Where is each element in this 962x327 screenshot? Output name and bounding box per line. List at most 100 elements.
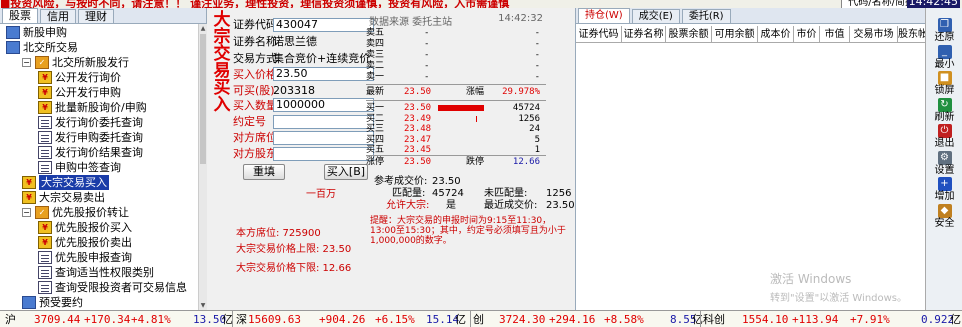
ref-price: 23.50 [432,176,461,187]
scroll-thumb[interactable] [200,34,206,164]
ask-level: 卖三 [366,50,385,60]
column-header[interactable]: 证券名称 [622,26,666,43]
tool-label: 设置 [934,164,955,176]
tree-item-label: 新股申购 [23,26,67,39]
block-trade-buy-form: 大宗交易买入 证券代码 430047 证券名称 诺思兰德 交易方式 集合竞价+连… [208,8,580,310]
tree-item-label: 北交所新股发行 [52,56,129,69]
column-header[interactable]: 股票余额 [666,26,712,43]
tree-item[interactable]: 申购中签查询 [38,160,121,175]
watermark-line2: 转到"设置"以激活 Windows。 [770,293,908,304]
document-icon [38,116,52,129]
scroll-down-arrow-icon[interactable]: ▼ [199,301,207,310]
restore-icon: ❐ [937,18,952,32]
vertical-title: 大宗交易买入 [213,12,231,114]
tree-item-label: 查询适当性权限类别 [55,266,154,279]
bid-level: 买一 [366,103,385,113]
tree-item[interactable]: 北交所交易 [6,40,78,55]
column-header[interactable]: 证券代码 [576,26,622,43]
column-header[interactable]: 市价 [794,26,820,43]
tab-trades[interactable]: 成交(E) [631,9,680,23]
tool-minimize-button[interactable]: _ 最小 [926,44,962,75]
seat-info: 本方席位: 725900 [236,228,321,239]
add-icon: + [937,177,952,191]
tab-stock[interactable]: 股票 [2,8,38,23]
reset-button[interactable]: 重填 [243,164,285,180]
tree-item[interactable]: 新股申购 [6,25,67,40]
ask-row: 卖五 - - [366,28,546,39]
ask-row: 卖四 - - [366,39,546,50]
quote-header: 数据来源 委托主站 14:42:32 [369,13,549,28]
tree-item[interactable]: ¥ 公开发行询价 [38,70,121,85]
tree-item-label: 发行询价委托查询 [55,116,143,129]
tree-item-label: 优先股报价转让 [52,206,129,219]
scroll-up-arrow-icon[interactable]: ▲ [199,24,207,33]
bid-volume: 24 [529,124,540,134]
tab-orders[interactable]: 委托(R) [681,9,731,23]
ask-price: - [424,28,430,38]
column-header[interactable]: 交易市场 [850,26,898,43]
tool-refresh-button[interactable]: ↻ 刷新 [926,97,962,128]
tree-item[interactable]: 发行询价结果查询 [38,145,143,160]
tool-sidebar: ❐ 还原 _ 最小 ■ 锁屏 ↻ 刷新 ⏻ 退出 ⚙ 设置 + 增加 ◆ 安全 [925,8,962,310]
ask-row: 卖一 - - [366,72,546,83]
column-header[interactable]: 可用余额 [712,26,758,43]
column-header[interactable]: 市值 [820,26,850,43]
function-tree: 新股申购 北交所交易 − ✓ 北交所新股发行 ¥ 公开发行询价 ¥ 公开发行申购 ¥ 批量新股询价/… [0,24,198,310]
ask-price: - [424,72,430,82]
tool-label: 安全 [934,217,955,229]
tool-shield-button[interactable]: ◆ 安全 [926,203,962,234]
tab-positions[interactable]: 持仓(W) [578,8,630,23]
block-trade-stats: 参考成交价: 23.50 匹配量: 45724 未匹配量: 1256 允许大宗:… [374,176,579,212]
tool-lock-button[interactable]: ■ 锁屏 [926,71,962,101]
tree-scrollbar[interactable]: ▲ ▼ [198,24,207,310]
limit-down-price: 12.66 [512,157,540,167]
tree-item[interactable]: 预受要约 [22,295,83,310]
limit-up-price: 23.50 [404,157,432,167]
tree-item[interactable]: 查询受限投资者可交易信息 [38,280,187,295]
price-upper-limit: 大宗交易价格上限: 23.50 [236,244,352,255]
tab-wealth[interactable]: 理财 [78,9,114,23]
column-header[interactable]: 成本价 [758,26,794,43]
ticker-bar: ■投资风险，与按时不同，请注意！！ 谨注业务，理性投资，理信投资须谨慎，投资有风… [0,0,962,8]
index-value: 3709.44 [34,313,81,326]
tree-item[interactable]: ¥ 公开发行申购 [38,85,121,100]
tool-exit-button[interactable]: ⏻ 退出 [926,124,962,154]
tree-item[interactable]: − ✓ 北交所新股发行 [22,55,129,70]
function-tree-panel: 股票 信用 理财 新股申购 北交所交易 − ✓ 北交所新股发行 ¥ 公开发行询价 ¥ 公开发行申… [0,8,207,310]
tree-item[interactable]: 优先股申报查询 [38,250,132,265]
unmatched-label: 未匹配量: [484,188,528,199]
tree-item-label: 大宗交易卖出 [39,191,105,204]
bid-level: 买四 [366,134,385,145]
ask-price: - [424,50,430,60]
tab-credit[interactable]: 信用 [40,9,76,23]
collapse-toggle-icon[interactable]: − [22,208,31,217]
tree-item[interactable]: ¥ 大宗交易卖出 [22,190,105,205]
tool-gear-button[interactable]: ⚙ 设置 [926,150,962,181]
status-separator [470,311,471,327]
money-bag-icon: ¥ [38,86,52,99]
index-status-bar: 沪 3709.44 +170.34 +4.81% 13.50 亿深 15609.63 +904… [0,310,962,327]
bid-row: 买一 23.50 45724 [366,103,546,114]
recent-price-label: 最近成交价: [484,200,538,211]
column-header[interactable]: 股东帐 [898,26,928,43]
tree-item[interactable]: ¥ 大宗交易买入 [22,175,109,190]
tree-item-label: 大宗交易买入 [39,175,109,190]
bid-row: 买二 23.49 1256 [366,114,546,125]
tool-restore-button[interactable]: ❐ 还原 [926,18,962,48]
tree-item[interactable]: 查询适当性权限类别 [38,265,154,280]
tree-item[interactable]: ¥ 批量新股询价/申购 [38,100,147,115]
tree-item[interactable]: 发行申购委托查询 [38,130,143,145]
tree-item-label: 优先股报价买入 [55,221,132,234]
latest-price: 23.50 [404,87,432,97]
tree-item[interactable]: ¥ 优先股报价卖出 [38,235,132,250]
tool-add-button[interactable]: + 增加 [926,177,962,207]
tree-item[interactable]: ¥ 优先股报价买入 [38,220,132,235]
collapse-toggle-icon[interactable]: − [22,58,31,67]
index-change: +904.26 [319,313,366,326]
tree-item[interactable]: 发行询价委托查询 [38,115,143,130]
refresh-icon: ↻ [937,97,952,112]
quote-time: 14:42:32 [498,13,543,24]
allow-block-label: 允许大宗: [386,200,430,211]
tree-item[interactable]: − ✓ 优先股报价转让 [22,205,129,220]
index-change-pct: +4.81% [131,313,171,326]
